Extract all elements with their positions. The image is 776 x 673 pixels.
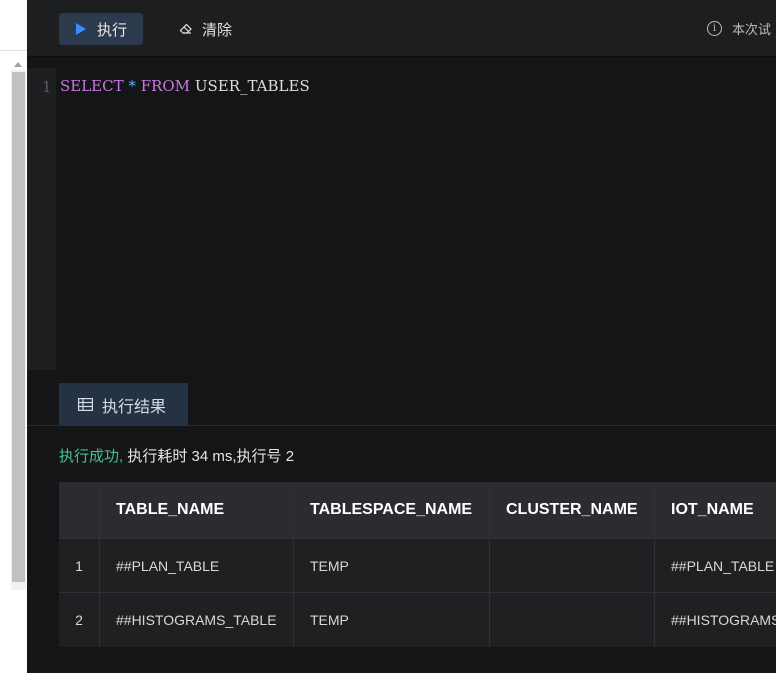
column-header[interactable]: IOT_NAME [655, 482, 776, 538]
clear-button-label: 清除 [202, 21, 233, 39]
play-icon [76, 23, 86, 35]
row-index: 2 [59, 593, 100, 647]
line-number: 1 [42, 78, 52, 96]
result-table: TABLE_NAME TABLESPACE_NAME CLUSTER_NAME … [59, 482, 776, 647]
sql-editor[interactable]: 1 SELECT * FROM USER_TABLES [27, 58, 776, 370]
table-cell[interactable]: TEMP [294, 539, 490, 592]
column-header[interactable]: CLUSTER_NAME [490, 482, 655, 538]
table-cell[interactable]: ##PLAN_TABLE [655, 539, 776, 592]
table-cell[interactable]: TEMP [294, 593, 490, 647]
column-header[interactable]: TABLE_NAME [100, 482, 294, 538]
table-cell[interactable] [490, 593, 655, 647]
column-header-index [59, 482, 100, 538]
table-cell[interactable] [490, 539, 655, 592]
run-button-label: 执行 [97, 21, 128, 39]
keyword-from: FROM [140, 77, 191, 95]
info-icon: i [707, 21, 722, 36]
scroll-up-arrow-icon[interactable] [14, 62, 22, 67]
table-grid-icon [78, 398, 93, 411]
execution-status: 执行成功, 执行耗时 34 ms,执行号 2 [59, 445, 294, 466]
table-row[interactable]: 2 ##HISTOGRAMS_TABLE TEMP ##HISTOGRAMS_T… [59, 592, 776, 647]
table-identifier: USER_TABLES [194, 77, 310, 95]
toolbar: 执行 清除 i 本次试 [27, 0, 776, 57]
status-success: 执行成功, [59, 448, 124, 465]
tab-label: 执行结果 [102, 398, 167, 416]
clear-button[interactable]: 清除 [171, 13, 251, 45]
info-notice: i 本次试 [707, 19, 771, 38]
scrollbar-thumb[interactable] [12, 72, 25, 582]
status-detail: 执行耗时 34 ms,执行号 2 [127, 448, 295, 465]
eraser-icon [179, 23, 192, 34]
column-header[interactable]: TABLESPACE_NAME [294, 482, 490, 538]
tab-execution-result[interactable]: 执行结果 [59, 383, 188, 426]
row-index: 1 [59, 539, 100, 592]
table-cell[interactable]: ##PLAN_TABLE [100, 539, 294, 592]
run-button[interactable]: 执行 [59, 13, 143, 45]
table-header-row: TABLE_NAME TABLESPACE_NAME CLUSTER_NAME … [59, 482, 776, 538]
code-line[interactable]: SELECT * FROM USER_TABLES [60, 77, 310, 95]
line-gutter [27, 68, 56, 370]
result-tabs: 执行结果 [27, 383, 776, 426]
table-row[interactable]: 1 ##PLAN_TABLE TEMP ##PLAN_TABLE [59, 538, 776, 592]
info-text: 本次试 [732, 22, 772, 37]
sql-console: 执行 清除 i 本次试 1 SELECT * FROM USER_TABLES [27, 0, 776, 673]
table-cell[interactable]: ##HISTOGRAMS_TABLE [100, 593, 294, 647]
divider [0, 50, 27, 51]
keyword-select: SELECT [60, 77, 124, 95]
table-cell[interactable]: ##HISTOGRAMS_TABLE [655, 593, 776, 647]
operator-star: * [128, 77, 136, 95]
